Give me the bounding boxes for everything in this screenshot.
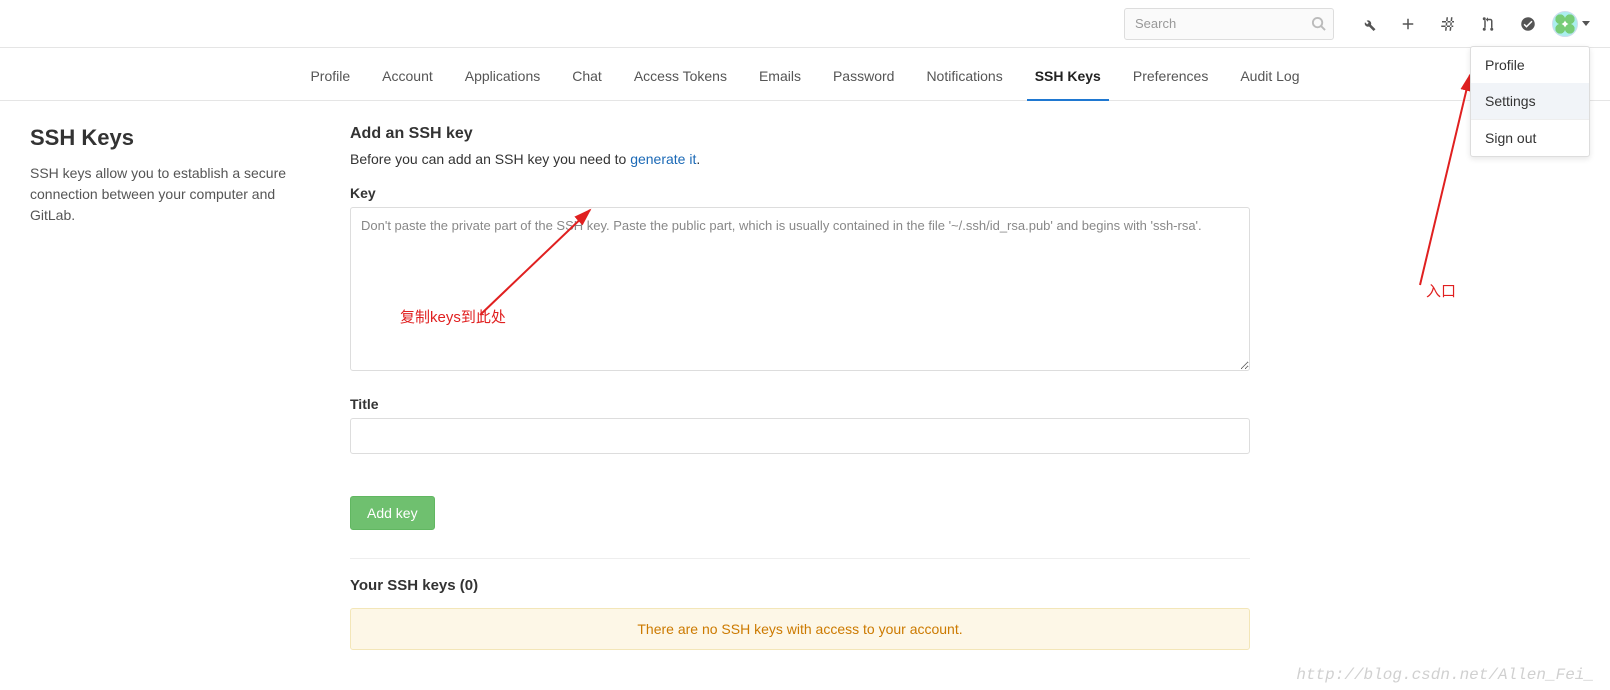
helper-prefix: Before you can add an SSH key you need t… — [350, 151, 630, 167]
side-title: SSH Keys — [30, 125, 310, 151]
dropdown-item-signout[interactable]: Sign out — [1471, 120, 1589, 156]
form-heading: Add an SSH key — [350, 125, 1250, 143]
divider — [350, 558, 1250, 559]
tab-account[interactable]: Account — [380, 54, 435, 100]
search-wrap — [1124, 8, 1334, 40]
tab-emails[interactable]: Emails — [757, 54, 803, 100]
search-icon — [1311, 16, 1326, 34]
wrench-icon[interactable] — [1352, 8, 1384, 40]
tab-ssh-keys[interactable]: SSH Keys — [1033, 54, 1103, 100]
search-input[interactable] — [1124, 8, 1334, 40]
tab-audit-log[interactable]: Audit Log — [1238, 54, 1301, 100]
title-input[interactable] — [350, 418, 1250, 454]
dropdown-item-settings[interactable]: Settings — [1471, 83, 1589, 119]
tab-chat[interactable]: Chat — [570, 54, 604, 100]
main-panel: Add an SSH key Before you can add an SSH… — [350, 125, 1250, 650]
tab-preferences[interactable]: Preferences — [1131, 54, 1210, 100]
user-dropdown: Profile Settings Sign out — [1470, 46, 1590, 157]
key-textarea[interactable] — [350, 207, 1250, 371]
hash-icon[interactable] — [1432, 8, 1464, 40]
annotation-text-entry: 入口 — [1426, 280, 1456, 301]
no-keys-message: There are no SSH keys with access to you… — [350, 608, 1250, 650]
side-panel: SSH Keys SSH keys allow you to establish… — [30, 125, 320, 650]
generate-link[interactable]: generate it — [630, 151, 696, 167]
tab-applications[interactable]: Applications — [463, 54, 543, 100]
tab-password[interactable]: Password — [831, 54, 896, 100]
side-description: SSH keys allow you to establish a secure… — [30, 163, 310, 226]
content: SSH Keys SSH keys allow you to establish… — [0, 101, 1280, 690]
top-bar — [0, 0, 1610, 48]
user-menu-toggle[interactable] — [1552, 11, 1590, 37]
your-keys-title: Your SSH keys (0) — [350, 577, 1250, 594]
title-label: Title — [350, 396, 1250, 412]
plus-icon[interactable] — [1392, 8, 1424, 40]
add-key-button[interactable]: Add key — [350, 496, 435, 530]
todos-icon[interactable] — [1512, 8, 1544, 40]
merge-request-icon[interactable] — [1472, 8, 1504, 40]
dropdown-item-profile[interactable]: Profile — [1471, 47, 1589, 83]
key-label: Key — [350, 185, 1250, 201]
tab-access-tokens[interactable]: Access Tokens — [632, 54, 729, 100]
tab-profile[interactable]: Profile — [308, 54, 352, 100]
helper-text: Before you can add an SSH key you need t… — [350, 151, 1250, 167]
watermark: http://blog.csdn.net/Allen_Fei_ — [1296, 666, 1594, 684]
settings-tabs: Profile Account Applications Chat Access… — [0, 48, 1610, 101]
caret-down-icon — [1582, 21, 1590, 26]
tab-notifications[interactable]: Notifications — [924, 54, 1004, 100]
avatar — [1552, 11, 1578, 37]
helper-suffix: . — [696, 151, 700, 167]
